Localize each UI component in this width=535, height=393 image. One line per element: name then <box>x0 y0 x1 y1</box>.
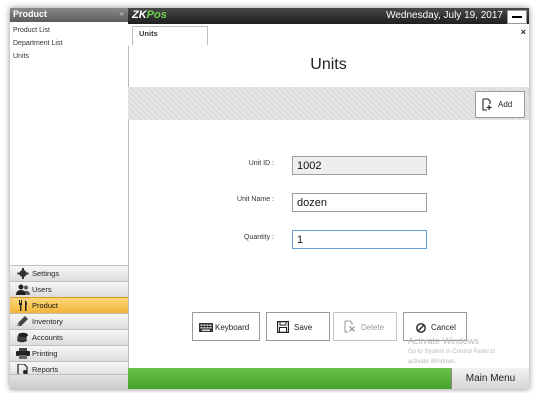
minimize-icon <box>512 16 522 18</box>
collapse-sidebar-icon[interactable]: « <box>120 9 124 18</box>
add-button-label: Add <box>498 100 513 109</box>
users-icon <box>16 284 30 295</box>
watermark-line: activate Windows. <box>408 359 457 365</box>
module-product[interactable]: Product <box>10 297 128 313</box>
module-list: Settings Users Product Inventory Account… <box>10 265 128 377</box>
keyboard-icon <box>199 323 213 332</box>
fork-knife-icon <box>19 300 27 311</box>
module-printing[interactable]: Printing <box>10 345 128 361</box>
unit-name-field[interactable] <box>292 193 427 212</box>
add-document-icon <box>482 98 492 111</box>
minimize-button[interactable] <box>507 10 527 24</box>
keyboard-button-label: Keyboard <box>215 323 250 332</box>
coins-icon <box>17 332 28 343</box>
module-inventory[interactable]: Inventory <box>10 313 128 329</box>
pencil-icon <box>17 316 28 326</box>
module-label: Product <box>32 301 58 310</box>
printer-icon <box>16 348 30 359</box>
module-users[interactable]: Users <box>10 281 128 297</box>
activation-watermark: Activate Windows Go to System in Control… <box>408 336 495 366</box>
module-accounts[interactable]: Accounts <box>10 329 128 345</box>
unit-id-field[interactable] <box>292 156 427 175</box>
tab-strip: Units × <box>128 24 529 46</box>
delete-button-label: Delete <box>361 323 385 332</box>
cancel-button-label: Cancel <box>431 323 456 332</box>
module-label: Users <box>32 285 52 294</box>
module-label: Inventory <box>32 317 63 326</box>
page-title: Units <box>310 56 347 73</box>
close-tab-icon[interactable]: × <box>521 27 526 37</box>
bottom-bar: Main Menu <box>128 368 529 389</box>
save-button-label: Save <box>294 323 313 332</box>
unit-id-label: Unit ID : <box>248 160 274 167</box>
gear-icon <box>17 268 29 279</box>
quantity-label: Quantity : <box>244 234 274 241</box>
module-label: Printing <box>32 349 58 358</box>
unit-name-label: Unit Name : <box>237 196 274 203</box>
delete-button[interactable]: Delete <box>333 312 397 341</box>
sidebar-footer <box>10 374 128 390</box>
title-bar: ZKPos Wednesday, July 19, 2017 <box>128 8 529 24</box>
cancel-icon <box>416 323 426 333</box>
sidebar-item-product-list[interactable]: Product List <box>10 24 128 37</box>
sidebar-submenu: Product List Department List Units <box>10 24 128 63</box>
module-label: Settings <box>32 269 60 278</box>
current-date: Wednesday, July 19, 2017 <box>386 10 503 21</box>
app-window: Product « Product List Department List U… <box>10 8 529 390</box>
add-button[interactable]: Add <box>475 91 525 118</box>
toolbar: Add <box>128 87 529 120</box>
sidebar: Product « Product List Department List U… <box>10 8 129 390</box>
logo-zk: ZK <box>132 9 147 21</box>
tab-units[interactable]: Units <box>132 26 208 45</box>
tab-label: Units <box>139 29 158 38</box>
keyboard-button[interactable]: Keyboard <box>192 312 260 341</box>
quantity-field[interactable] <box>292 230 427 249</box>
logo-pos: Pos <box>146 9 167 21</box>
save-button[interactable]: Save <box>266 312 330 341</box>
sidebar-title: Product <box>13 9 48 19</box>
module-label: Accounts <box>32 333 63 342</box>
sidebar-header: Product « <box>10 8 128 22</box>
module-settings[interactable]: Settings <box>10 265 128 281</box>
watermark-line: Go to System in Control Panel to <box>408 349 496 355</box>
delete-document-icon <box>344 320 355 333</box>
main-menu-button[interactable]: Main Menu <box>451 368 529 389</box>
save-icon <box>277 321 289 333</box>
sidebar-item-department-list[interactable]: Department List <box>10 37 128 50</box>
app-logo: ZKPos <box>132 9 167 21</box>
watermark-title: Activate Windows <box>408 336 480 346</box>
sidebar-item-units[interactable]: Units <box>10 50 128 63</box>
